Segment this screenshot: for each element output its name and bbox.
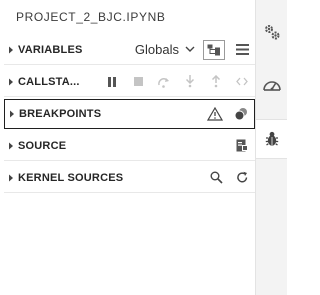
kernel-sources-label: KERNEL SOURCES xyxy=(18,171,124,184)
evaluate-code-button[interactable] xyxy=(229,71,255,93)
warning-icon xyxy=(207,107,223,121)
chevron-right-icon[interactable] xyxy=(5,110,19,118)
kernel-sources-section-header[interactable]: KERNEL SOURCES xyxy=(4,163,255,193)
list-view-icon xyxy=(235,44,249,55)
search-icon xyxy=(210,171,223,184)
panel-title: PROJECT_2_BJC.IPYNB xyxy=(16,10,166,24)
debugger-panel: PROJECT_2_BJC.IPYNB VARIABLES Globals CA… xyxy=(0,0,256,295)
list-view-button[interactable] xyxy=(229,39,255,61)
source-label: SOURCE xyxy=(18,139,67,152)
tab-settings[interactable] xyxy=(256,12,287,52)
pause-on-exceptions-button[interactable] xyxy=(202,103,228,125)
scope-selector-value: Globals xyxy=(134,42,179,57)
search-button[interactable] xyxy=(203,167,229,189)
chevron-right-icon[interactable] xyxy=(4,174,18,182)
step-into-button[interactable] xyxy=(177,71,203,93)
activity-bar xyxy=(256,0,287,295)
toggle-breakpoints-button[interactable] xyxy=(228,103,254,125)
dashboard-icon xyxy=(262,81,281,91)
chevron-down-icon xyxy=(185,46,195,52)
chevron-right-icon[interactable] xyxy=(4,78,18,86)
step-over-icon xyxy=(158,77,169,88)
refresh-icon xyxy=(236,171,247,183)
tab-dashboard[interactable] xyxy=(256,65,287,105)
stop-button[interactable] xyxy=(125,71,151,93)
step-over-button[interactable] xyxy=(151,71,177,93)
pause-button[interactable] xyxy=(99,71,125,93)
refresh-button[interactable] xyxy=(229,167,255,189)
chevron-right-icon[interactable] xyxy=(4,46,18,54)
step-out-icon xyxy=(211,75,221,88)
pause-icon xyxy=(108,76,116,87)
debugger-icon xyxy=(265,131,278,146)
open-source-icon xyxy=(236,139,248,152)
tab-debugger[interactable] xyxy=(256,119,287,159)
callstack-label: CALLSTA... xyxy=(18,75,80,88)
tree-view-button[interactable] xyxy=(203,39,225,60)
breakpoints-section-header[interactable]: BREAKPOINTS xyxy=(4,99,255,129)
source-section-header[interactable]: SOURCE xyxy=(4,131,255,161)
variables-label: VARIABLES xyxy=(18,43,83,56)
toggle-breakpoints-icon xyxy=(234,108,247,121)
chevron-right-icon[interactable] xyxy=(4,142,18,150)
tree-view-icon xyxy=(207,44,220,55)
open-source-button[interactable] xyxy=(229,135,255,157)
callstack-section-header[interactable]: CALLSTA... xyxy=(4,67,255,97)
settings-icon xyxy=(264,25,279,40)
variables-section-header[interactable]: VARIABLES Globals xyxy=(4,35,255,65)
code-icon xyxy=(236,77,248,86)
scope-selector[interactable]: Globals xyxy=(135,42,195,57)
stop-icon xyxy=(133,77,143,86)
step-into-icon xyxy=(185,75,195,88)
step-out-button[interactable] xyxy=(203,71,229,93)
breakpoints-label: BREAKPOINTS xyxy=(19,108,102,120)
